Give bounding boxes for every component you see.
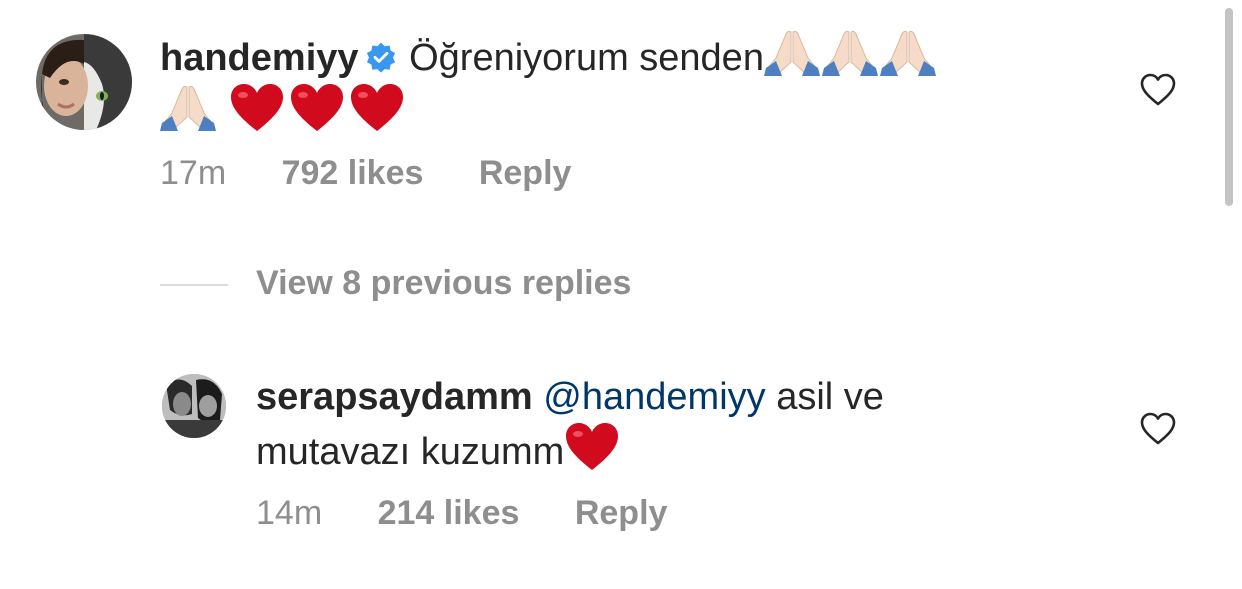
folded-hands-emoji-icon (763, 30, 820, 76)
avatar-serapsaydamm[interactable] (162, 374, 226, 438)
comment-username[interactable]: handemiyy (160, 37, 359, 79)
scrollbar-thumb[interactable] (1225, 8, 1233, 206)
red-heart-emoji-icon (350, 84, 403, 131)
reply-reply-button[interactable]: Reply (575, 494, 668, 533)
red-heart-emoji-icon (230, 84, 283, 131)
folded-hands-emoji-icon (879, 30, 936, 76)
reply-text: serapsaydamm @handemiyy asil ve mutavazı … (256, 372, 1076, 477)
reply-meta: 14m 214 likes Reply (256, 494, 667, 533)
like-heart-icon[interactable] (1140, 412, 1176, 446)
reply-body-part1: asil ve (765, 376, 884, 418)
red-heart-emoji-icon (566, 423, 619, 470)
reply-mention-link[interactable]: @handemiyy (543, 376, 765, 418)
reply-time: 14m (256, 494, 323, 532)
reply-likes[interactable]: 214 likes (378, 494, 520, 533)
folded-hands-emoji-icon (821, 30, 878, 76)
view-previous-replies-label: View 8 previous replies (256, 264, 632, 302)
comment-text: handemiyy Öğreniyorum senden (160, 28, 1060, 138)
like-heart-icon[interactable] (1140, 73, 1176, 107)
comment-likes[interactable]: 792 likes (282, 154, 424, 193)
view-previous-replies-button[interactable]: View 8 previous replies (160, 264, 631, 303)
comment-time: 17m (160, 154, 227, 192)
comment-body: Öğreniyorum senden (409, 37, 764, 79)
comment-meta: 17m 792 likes Reply (160, 154, 571, 193)
reply-body-part2: mutavazı kuzumm (256, 431, 565, 473)
reply-username[interactable]: serapsaydamm (256, 376, 533, 418)
comment-reply-button[interactable]: Reply (479, 154, 572, 193)
folded-hands-emoji-icon (160, 85, 216, 131)
replies-divider-line (160, 284, 228, 287)
red-heart-emoji-icon (290, 84, 343, 131)
avatar-handemiyy[interactable] (36, 34, 132, 130)
verified-badge-icon (366, 42, 395, 73)
